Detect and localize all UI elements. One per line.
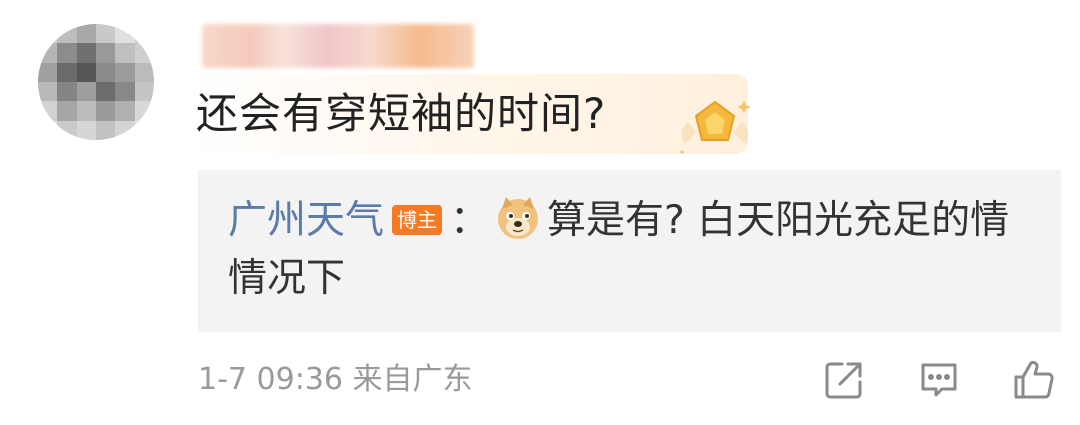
reply-author-link[interactable]: 广州天气 (228, 198, 384, 243)
action-bar (0, 358, 1080, 402)
reply-content: 广州天气 博主： 算是有? 白天阳光充足的情情况下 (228, 192, 1018, 308)
comment-icon[interactable] (917, 358, 961, 402)
fan-badge-icon (680, 100, 751, 154)
share-icon[interactable] (822, 358, 866, 402)
comment-text: 还会有穿短袖的时间? (196, 89, 607, 138)
thumbs-up-icon[interactable] (1012, 358, 1056, 402)
avatar[interactable] (38, 24, 154, 140)
author-reply-box[interactable]: 广州天气 博主： 算是有? 白天阳光充足的情情况下 (198, 170, 1061, 332)
doge-emoji-icon (498, 197, 539, 239)
blogger-tag-badge: 博主 (392, 205, 443, 235)
username-blurred[interactable] (202, 24, 474, 68)
reply-separator: ： (450, 198, 490, 243)
